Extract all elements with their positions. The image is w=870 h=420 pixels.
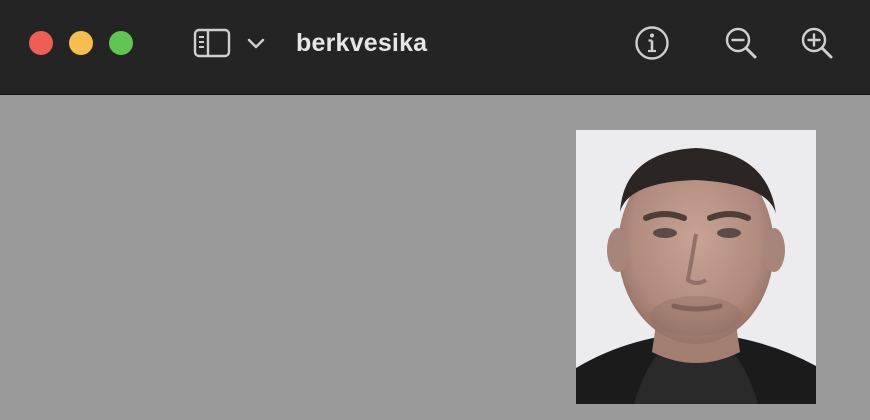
title-bar: berkvesika xyxy=(0,0,870,95)
close-button[interactable] xyxy=(29,31,53,55)
zoom-out-icon xyxy=(725,27,757,59)
minimize-button[interactable] xyxy=(69,31,93,55)
window-title: berkvesika xyxy=(296,29,428,57)
sidebar-icon xyxy=(193,28,231,58)
zoom-in-button[interactable] xyxy=(796,24,838,62)
info-icon xyxy=(635,26,669,60)
view-menu-button[interactable] xyxy=(244,24,268,62)
info-button[interactable] xyxy=(631,24,673,62)
portrait-photo xyxy=(576,130,816,404)
zoom-out-button[interactable] xyxy=(720,24,762,62)
zoom-in-icon xyxy=(801,27,833,59)
zoom-window-button[interactable] xyxy=(109,31,133,55)
chevron-down-icon xyxy=(247,38,265,49)
sidebar-toggle-button[interactable] xyxy=(188,24,236,62)
